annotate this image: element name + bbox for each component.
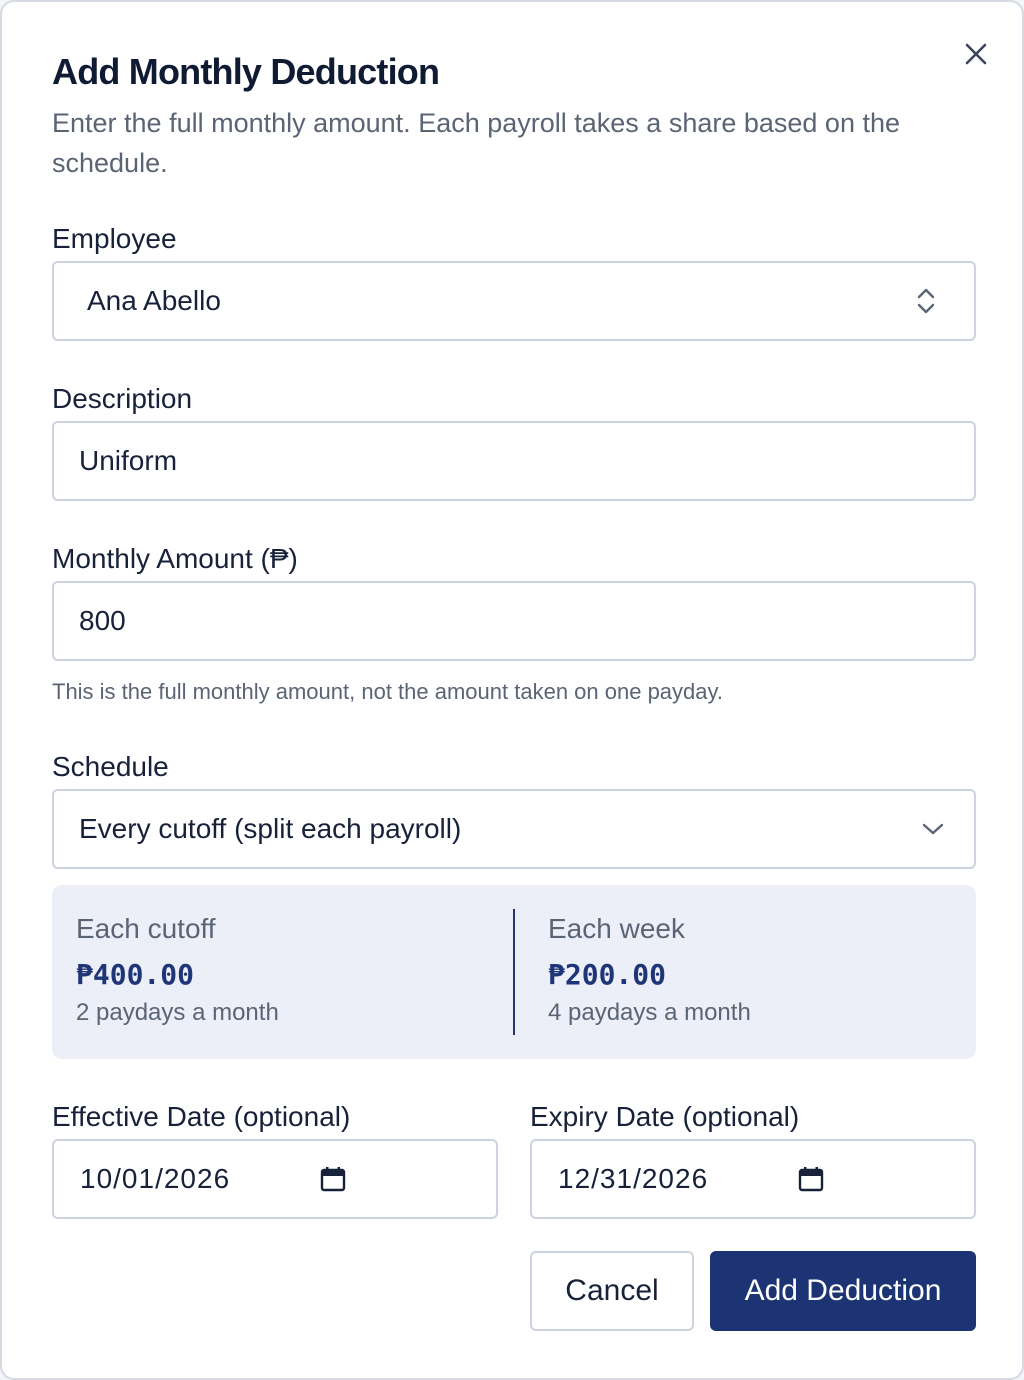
calendar-icon[interactable]	[320, 1166, 346, 1192]
description-field[interactable]	[52, 421, 976, 501]
summary-cutoff: Each cutoff ₱400.00 2 paydays a month	[76, 911, 279, 1029]
schedule-select[interactable]: Every cutoff (split each payroll)	[52, 789, 976, 869]
deduction-summary: Each cutoff ₱400.00 2 paydays a month Ea…	[52, 885, 976, 1059]
summary-cutoff-label: Each cutoff	[76, 913, 216, 944]
calendar-icon[interactable]	[798, 1166, 824, 1192]
schedule-value: Every cutoff (split each payroll)	[79, 813, 462, 844]
description-input[interactable]	[79, 445, 974, 477]
employee-label: Employee	[52, 223, 177, 254]
effective-date-field[interactable]: 10/01/2026	[52, 1139, 498, 1219]
employee-select[interactable]: Ana Abello	[52, 261, 976, 341]
monthly-amount-field[interactable]	[52, 581, 976, 661]
employee-value: Ana Abello	[87, 285, 221, 316]
summary-cutoff-sub: 2 paydays a month	[76, 999, 279, 1026]
monthly-amount-label: Monthly Amount (₱)	[52, 543, 298, 574]
summary-week: Each week ₱200.00 4 paydays a month	[548, 911, 751, 1029]
chevron-up-down-icon	[916, 287, 936, 315]
expiry-date-field[interactable]: 12/31/2026	[530, 1139, 976, 1219]
add-deduction-button[interactable]: Add Deduction	[710, 1251, 976, 1331]
summary-week-label: Each week	[548, 913, 685, 944]
monthly-amount-help: This is the full monthly amount, not the…	[52, 679, 723, 704]
add-deduction-dialog: Add Monthly Deduction Enter the full mon…	[0, 0, 1024, 1380]
summary-divider	[513, 909, 515, 1035]
chevron-down-icon	[922, 822, 944, 836]
monthly-amount-input[interactable]	[79, 605, 974, 637]
summary-week-amount: ₱200.00	[548, 958, 667, 991]
dialog-title: Add Monthly Deduction	[52, 51, 440, 92]
effective-date-label: Effective Date (optional)	[52, 1101, 351, 1132]
schedule-label: Schedule	[52, 751, 169, 782]
close-button[interactable]	[960, 38, 992, 70]
effective-date-value: 10/01/2026	[80, 1163, 231, 1194]
description-label: Description	[52, 383, 193, 414]
close-icon	[965, 43, 987, 65]
dialog-subtitle: Enter the full monthly amount. Each payr…	[52, 108, 900, 178]
expiry-date-label: Expiry Date (optional)	[530, 1101, 800, 1132]
cancel-button[interactable]: Cancel	[530, 1251, 694, 1331]
expiry-date-value: 12/31/2026	[558, 1163, 709, 1194]
summary-week-sub: 4 paydays a month	[548, 999, 751, 1026]
summary-cutoff-amount: ₱400.00	[76, 958, 195, 991]
